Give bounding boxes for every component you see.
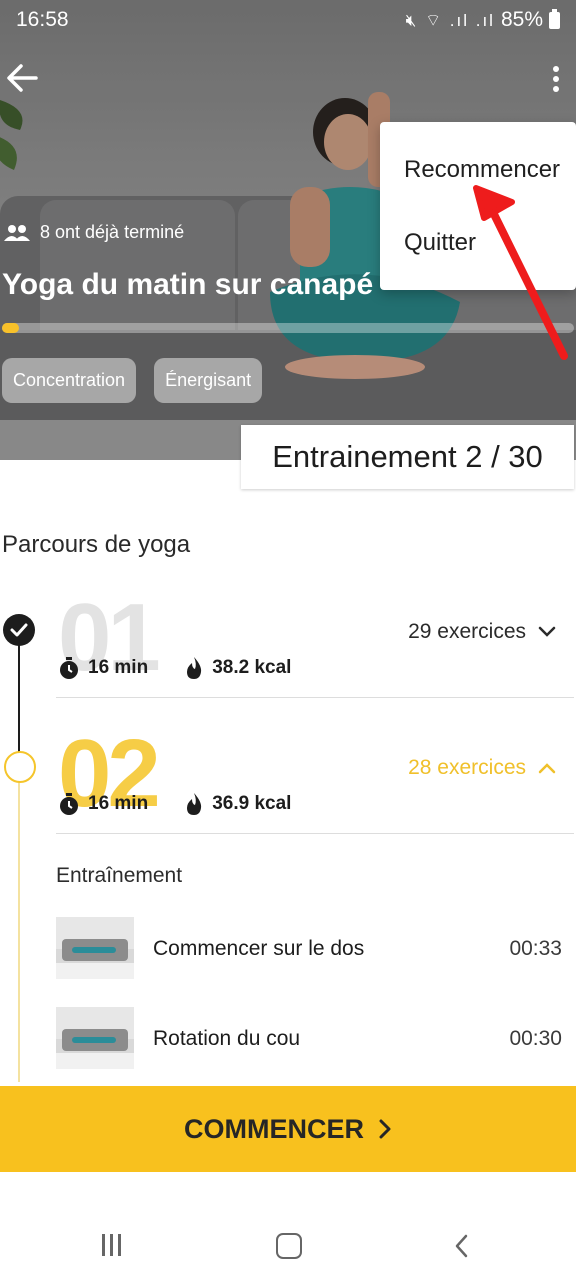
check-icon bbox=[10, 623, 28, 637]
calories: 38.2 kcal bbox=[212, 657, 292, 678]
level-current-icon bbox=[4, 751, 36, 783]
nav-back-icon[interactable] bbox=[452, 1232, 472, 1260]
exercise-name: Rotation du cou bbox=[153, 1027, 301, 1050]
exercise-name: Commencer sur le dos bbox=[153, 937, 365, 960]
system-nav-bar bbox=[0, 1200, 576, 1280]
level-2-stats: 16 min 36.9 kcal bbox=[58, 792, 291, 816]
timer-icon bbox=[60, 657, 78, 679]
flame-icon bbox=[187, 793, 202, 815]
exercise-row[interactable]: Commencer sur le dos 00:33 bbox=[56, 917, 566, 981]
calories: 36.9 kcal bbox=[212, 793, 292, 814]
duration: 16 min bbox=[88, 657, 149, 678]
level-1-exercise-count[interactable]: 29 exercices bbox=[408, 620, 556, 644]
divider bbox=[56, 833, 574, 834]
level-1-stats: 16 min 38.2 kcal bbox=[58, 656, 291, 680]
finished-count: 8 ont déjà terminé bbox=[4, 222, 184, 243]
session-counter: Entrainement 2 / 30 bbox=[241, 425, 574, 489]
level-2-exercise-count[interactable]: 28 exercices bbox=[408, 756, 556, 780]
home-icon[interactable] bbox=[276, 1233, 302, 1259]
battery-icon bbox=[549, 8, 560, 29]
signal-icon: 🔇︎ ⌔ .ıl .ıl bbox=[405, 10, 495, 30]
tag-concentration[interactable]: Concentration bbox=[2, 358, 137, 403]
start-button[interactable]: COMMENCER bbox=[0, 1086, 576, 1172]
back-arrow-icon[interactable] bbox=[4, 60, 40, 96]
recents-icon[interactable] bbox=[102, 1234, 128, 1256]
more-options-icon[interactable] bbox=[546, 64, 566, 96]
exercise-count-label: 29 exercices bbox=[408, 620, 526, 643]
tag-list: Concentration Énergisant bbox=[2, 358, 263, 403]
flame-icon bbox=[187, 657, 202, 679]
finished-text: 8 ont déjà terminé bbox=[40, 222, 185, 242]
start-button-label: COMMENCER bbox=[184, 1113, 364, 1144]
workout-title: Yoga du matin sur canapé bbox=[2, 268, 374, 301]
exercise-time: 00:30 bbox=[509, 1027, 562, 1050]
timeline-line-pending bbox=[18, 782, 20, 1082]
exercise-row[interactable]: Rotation du cou 00:30 bbox=[56, 1007, 566, 1071]
chevron-down-icon[interactable] bbox=[538, 626, 556, 638]
annotation-arrow-icon bbox=[473, 185, 568, 360]
timeline-line-done bbox=[18, 640, 20, 752]
people-icon bbox=[4, 224, 30, 241]
battery-level: 85% bbox=[500, 8, 543, 31]
section-title: Parcours de yoga bbox=[2, 531, 191, 558]
exercise-thumbnail bbox=[56, 917, 134, 979]
exercise-thumbnail bbox=[56, 1007, 134, 1069]
exercise-count-label: 28 exercices bbox=[408, 756, 526, 779]
duration: 16 min bbox=[88, 793, 149, 814]
status-time: 16:58 bbox=[16, 8, 69, 31]
timer-icon bbox=[60, 793, 78, 815]
tag-energizing[interactable]: Énergisant bbox=[154, 358, 263, 403]
level-completed-icon bbox=[3, 614, 35, 646]
exercise-time: 00:33 bbox=[509, 937, 562, 960]
progress-fill bbox=[2, 323, 20, 333]
divider bbox=[56, 697, 574, 698]
training-title: Entraînement bbox=[56, 864, 183, 887]
status-bar: 16:58 🔇︎ ⌔ .ıl .ıl 85% bbox=[0, 0, 576, 40]
chevron-right-icon bbox=[379, 1119, 391, 1139]
chevron-up-icon[interactable] bbox=[538, 762, 556, 774]
